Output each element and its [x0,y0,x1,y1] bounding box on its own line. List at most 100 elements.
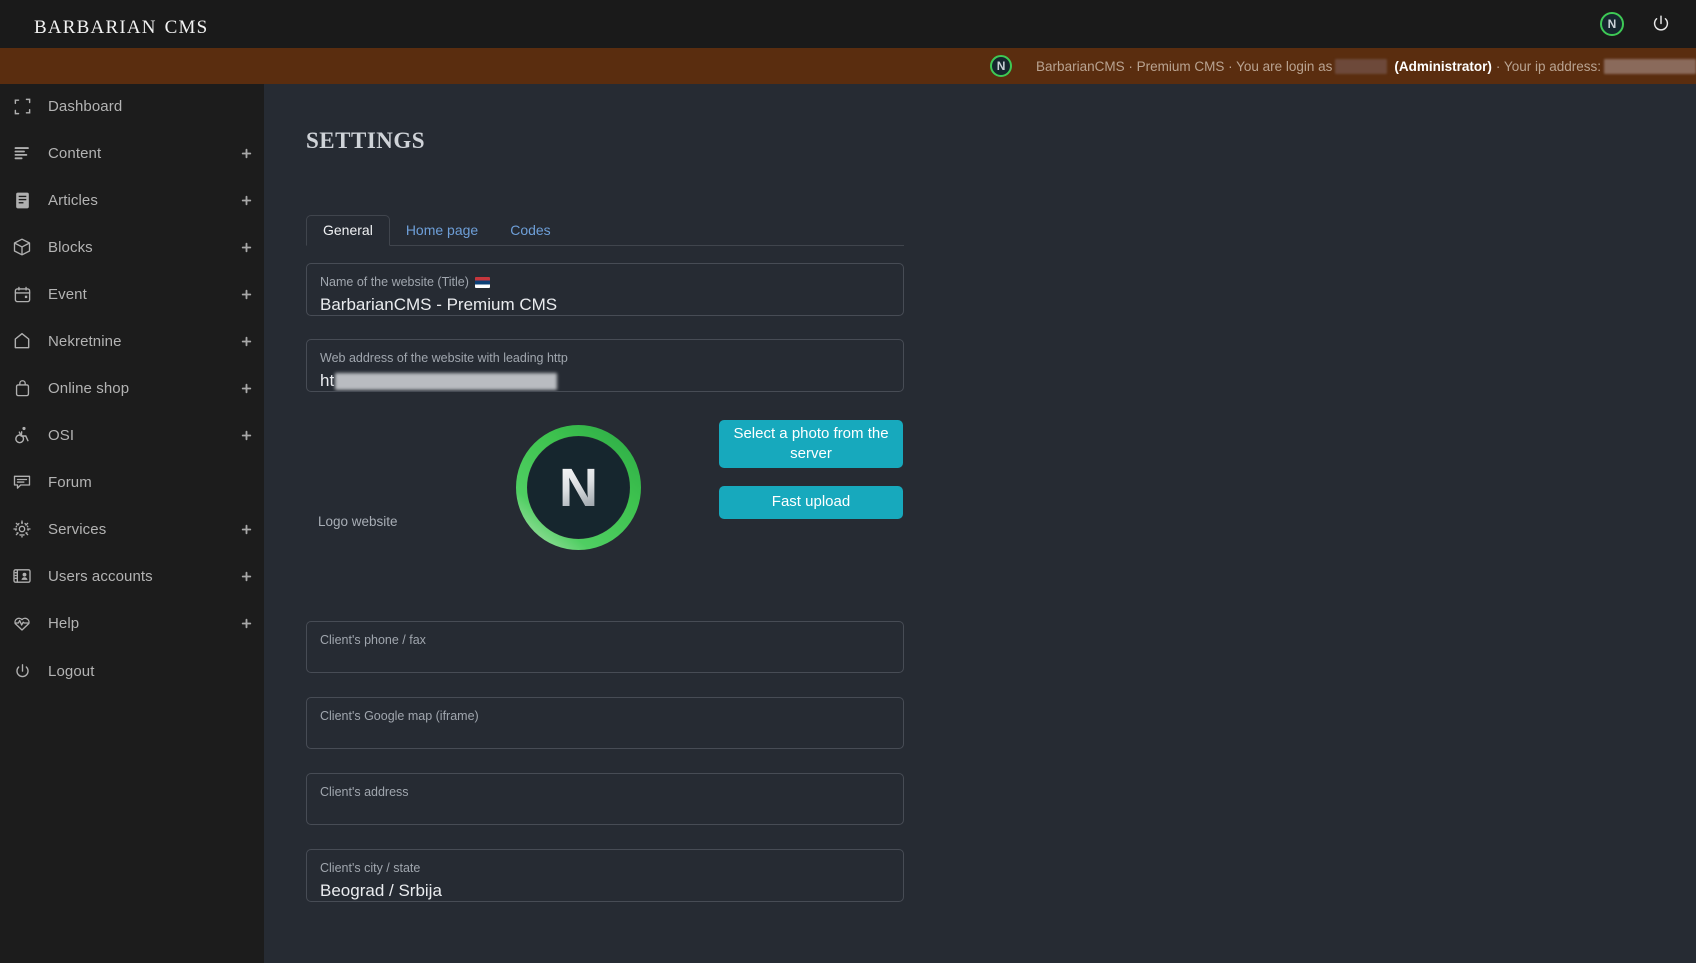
shopping-bag-icon [10,376,34,400]
field-label-text: Client's phone / fax [320,633,426,647]
field-label: Client's city / state [320,861,890,876]
field-label: Client's phone / fax [320,633,890,648]
expand-plus-icon[interactable] [240,382,253,395]
tab-codes[interactable]: Codes [494,216,566,245]
url-redacted [335,373,558,391]
sidebar-item-dashboard[interactable]: Dashboard [0,88,264,124]
sidebar-item-label: Blocks [48,238,93,256]
chat-bubble-icon [10,470,34,494]
field-label-text: Web address of the website with leading … [320,351,568,365]
heart-pulse-icon [10,611,34,635]
top-bar: Barbarian CMS N [0,0,1696,48]
field-label-text: Client's address [320,785,409,799]
serbia-flag-icon [474,277,490,288]
sidebar-item-label: Articles [48,191,98,209]
field-label: Name of the website (Title) [320,275,890,290]
field-label: Web address of the website with leading … [320,351,890,366]
field-value-prefix: ht [320,371,335,390]
field-label: Client's Google map (iframe) [320,709,890,724]
sidebar-item-label: Users accounts [48,567,153,585]
sidebar-item-blocks[interactable]: Blocks [0,229,264,265]
app-brand-logo: Barbarian CMS [34,8,209,39]
sidebar-item-services[interactable]: Services [0,511,264,547]
field-value-container: ht [320,370,890,391]
sidebar-item-label: Dashboard [48,97,123,115]
sidebar-item-articles[interactable]: Articles [0,182,264,218]
accessibility-icon [10,423,34,447]
id-card-icon [10,564,34,588]
select-photo-from-server-button[interactable]: Select a photo from the server [719,420,903,468]
sidebar-item-label: Online shop [48,379,130,397]
power-icon[interactable] [1650,13,1672,35]
expand-plus-icon[interactable] [240,570,253,583]
field-label: Client's address [320,785,890,800]
notice-text-ip-label: · Your ip address: [1495,58,1601,74]
username-redacted [1335,58,1388,74]
settings-tabs: General Home page Codes [306,214,904,246]
tab-home-page[interactable]: Home page [390,216,494,245]
cube-icon [10,235,34,259]
field-client-address[interactable]: Client's address [306,773,904,825]
n-logo-badge-letter: N [1607,17,1617,31]
sidebar-item-label: Services [48,520,107,538]
notice-n-logo-badge: N [990,55,1013,77]
field-value: Beograd / Srbija [320,881,442,900]
sidebar-item-label: Forum [48,473,92,491]
main-content: Settings General Home page Codes Name of… [264,84,1696,963]
expand-plus-icon[interactable] [240,288,253,301]
n-logo-badge[interactable]: N [1600,12,1624,36]
tab-general[interactable]: General [306,215,390,246]
notification-content: N BarbarianCMS · Premium CMS · You are l… [990,55,1696,77]
sidebar-item-label: Event [48,285,87,303]
house-icon [10,329,34,353]
sidebar-navigation: Dashboard Content Articles Blocks Event … [0,84,264,963]
field-web-address[interactable]: Web address of the website with leading … [306,339,904,392]
calendar-icon [10,282,34,306]
field-label-text: Client's Google map (iframe) [320,709,479,723]
notice-text-primary: BarbarianCMS · Premium CMS · You are log… [1036,58,1333,74]
field-label-text: Client's city / state [320,861,421,875]
sidebar-item-label: OSI [48,426,75,444]
gear-icon [10,517,34,541]
expand-plus-icon[interactable] [240,429,253,442]
field-client-city-state[interactable]: Client's city / state Beograd / Srbija [306,849,904,902]
sidebar-item-online-shop[interactable]: Online shop [0,370,264,406]
notice-badge-letter: N [996,59,1006,73]
dashboard-frame-icon [10,94,34,118]
expand-plus-icon[interactable] [240,241,253,254]
field-client-google-map[interactable]: Client's Google map (iframe) [306,697,904,749]
expand-plus-icon[interactable] [240,335,253,348]
sidebar-item-event[interactable]: Event [0,276,264,312]
expand-plus-icon[interactable] [240,617,253,630]
field-client-phone-fax[interactable]: Client's phone / fax [306,621,904,673]
sidebar-item-forum[interactable]: Forum [0,464,264,500]
expand-plus-icon[interactable] [240,194,253,207]
sidebar-item-help[interactable]: Help [0,605,264,641]
ip-address-redacted [1604,58,1696,74]
sidebar-item-label: Nekretnine [48,332,122,350]
power-icon [10,659,34,683]
notification-bar: N BarbarianCMS · Premium CMS · You are l… [0,48,1696,84]
svg-text:N: N [559,458,598,518]
logo-website-label: Logo website [318,514,398,529]
expand-plus-icon[interactable] [240,147,253,160]
sidebar-item-osi[interactable]: OSI [0,417,264,453]
sidebar-item-label: Help [48,614,80,632]
field-value: BarbarianCMS - Premium CMS [320,295,558,314]
sidebar-item-label: Content [48,144,102,162]
sidebar-item-users-accounts[interactable]: Users accounts [0,558,264,594]
expand-plus-icon[interactable] [240,523,253,536]
sidebar-item-logout[interactable]: Logout [0,653,264,689]
field-label-text: Name of the website (Title) [320,275,469,289]
field-website-name[interactable]: Name of the website (Title) BarbarianCMS… [306,263,904,316]
sidebar-item-nekretnine[interactable]: Nekretnine [0,323,264,359]
sidebar-item-label: Logout [48,662,95,680]
website-logo-preview: N [516,425,641,550]
fast-upload-button[interactable]: Fast upload [719,486,903,519]
article-document-icon [10,188,34,212]
sidebar-item-content[interactable]: Content [0,135,264,171]
administrator-label: (Administrator) [1394,58,1492,74]
page-title: Settings [306,120,426,156]
content-lines-icon [10,141,34,165]
top-bar-actions: N [1600,12,1672,36]
